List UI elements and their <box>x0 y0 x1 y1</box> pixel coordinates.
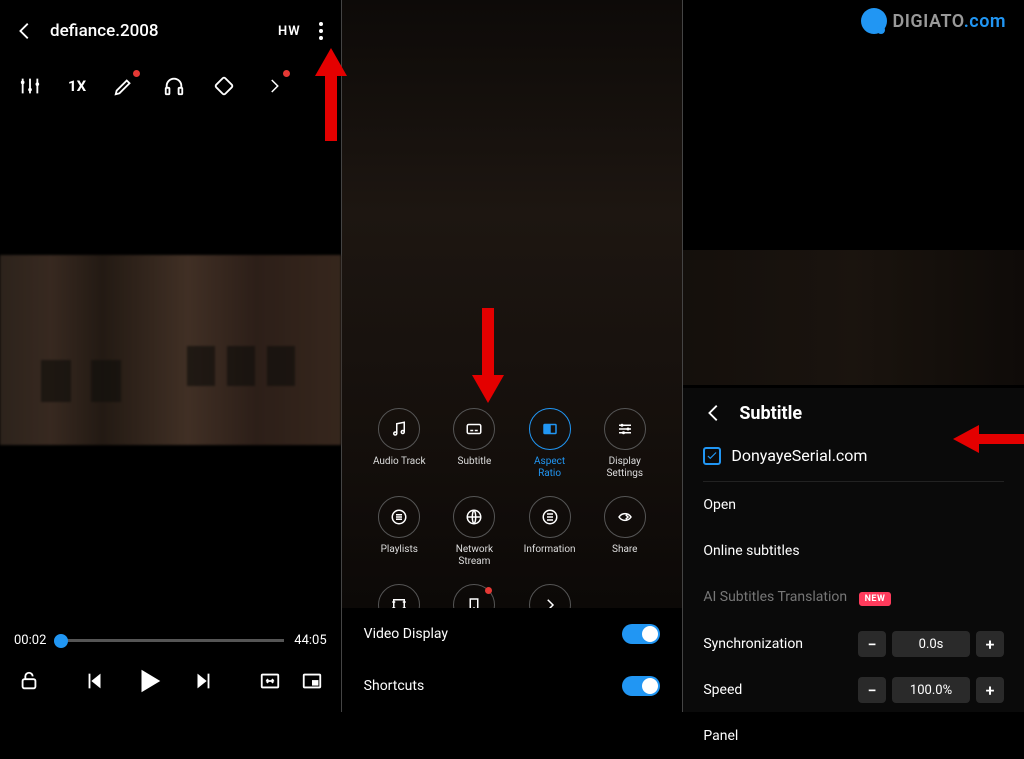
options-panel: Audio Track Subtitle Aspect Ratio Displa… <box>342 0 684 712</box>
time-total: 44:05 <box>294 633 326 648</box>
annotation-arrow-left <box>953 425 979 453</box>
option-display-settings[interactable]: Display Settings <box>590 408 660 480</box>
player-controls-bar: 00:02 44:05 <box>0 623 341 712</box>
back-icon[interactable] <box>703 402 725 424</box>
lock-icon[interactable] <box>18 670 40 692</box>
fit-icon[interactable] <box>259 670 281 692</box>
annotation-arrow-down <box>472 375 504 403</box>
shortcuts-toggle[interactable]: Shortcuts <box>364 660 661 712</box>
chevron-right-icon[interactable] <box>262 74 286 98</box>
option-network-stream[interactable]: Network Stream <box>439 496 509 568</box>
sync-value: 0.0s <box>892 631 970 657</box>
annotation-arrow-up <box>315 48 347 76</box>
option-information[interactable]: Information <box>515 496 585 568</box>
open-button[interactable]: Open <box>703 482 1004 528</box>
speed-value: 100.0% <box>892 677 970 703</box>
speed-button[interactable]: 1X <box>68 77 86 95</box>
option-playlists[interactable]: Playlists <box>364 496 434 568</box>
more-menu-icon[interactable] <box>315 18 327 44</box>
option-audio-track[interactable]: Audio Track <box>364 408 434 480</box>
new-badge: NEW <box>859 592 892 606</box>
option-subtitle[interactable]: Subtitle <box>439 408 509 480</box>
time-current: 00:02 <box>14 633 46 648</box>
video-display-toggle[interactable]: Video Display <box>364 608 661 660</box>
seek-track[interactable] <box>56 639 284 642</box>
toggle-on-icon[interactable] <box>622 624 660 644</box>
edit-icon[interactable] <box>112 74 136 98</box>
speed-minus-button[interactable]: − <box>858 677 886 703</box>
sync-minus-button[interactable]: − <box>858 631 886 657</box>
checkbox-checked-icon[interactable] <box>703 447 721 465</box>
subtitle-panel: DIGIATO.com Subtitle DonyayeSerial.com O… <box>683 0 1024 712</box>
back-icon[interactable] <box>14 20 36 42</box>
player-header: defiance.2008 HW <box>0 0 341 62</box>
online-subtitles-button[interactable]: Online subtitles <box>703 528 1004 574</box>
pip-icon[interactable] <box>301 670 323 692</box>
watermark-logo: DIGIATO.com <box>861 8 1007 34</box>
sync-plus-button[interactable]: + <box>976 631 1004 657</box>
equalizer-icon[interactable] <box>18 74 42 98</box>
headphones-icon[interactable] <box>162 74 186 98</box>
prev-icon[interactable] <box>84 670 106 692</box>
seek-bar: 00:02 44:05 <box>14 633 327 648</box>
hw-badge[interactable]: HW <box>278 24 301 39</box>
option-aspect-ratio[interactable]: Aspect Ratio <box>515 408 585 480</box>
play-icon[interactable] <box>134 666 164 696</box>
speed-stepper: Speed − 100.0% + <box>703 667 1004 713</box>
sync-stepper: Synchronization − 0.0s + <box>703 621 1004 667</box>
next-icon[interactable] <box>192 670 214 692</box>
subtitle-panel-title: Subtitle <box>739 403 802 424</box>
player-panel: defiance.2008 HW 1X <box>0 0 342 712</box>
option-share[interactable]: Share <box>590 496 660 568</box>
video-frame <box>0 255 341 445</box>
player-toolbar: 1X <box>0 62 341 110</box>
rotate-icon[interactable] <box>212 74 236 98</box>
video-title: defiance.2008 <box>50 21 264 41</box>
toggle-on-icon[interactable] <box>622 676 660 696</box>
panel-button[interactable]: Panel <box>703 713 1004 759</box>
ai-subtitles-button[interactable]: AI Subtitles Translation NEW <box>703 574 1004 621</box>
speed-plus-button[interactable]: + <box>976 677 1004 703</box>
subtitle-file-name: DonyayeSerial.com <box>731 446 867 465</box>
